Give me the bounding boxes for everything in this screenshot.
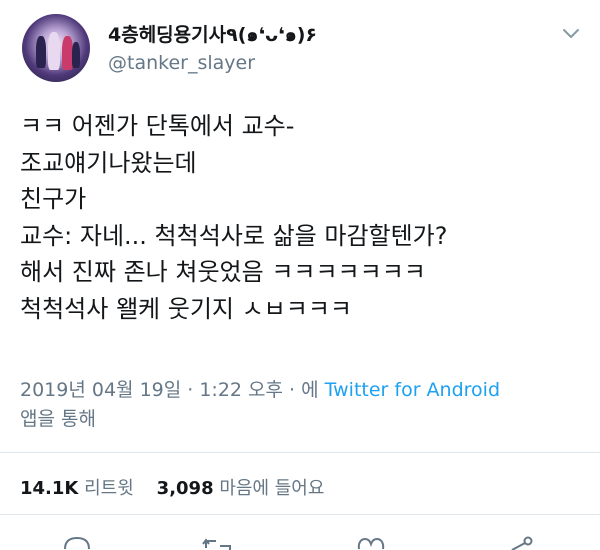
tweet-line: 교수: 자네... 척척석사로 삶을 마감할텐가? [20,221,448,250]
divider [0,514,600,515]
like-count[interactable]: 3,098 마음에 들어요 [157,478,325,499]
tweet-line: ㅋㅋ 어젠가 단톡에서 교수- [20,112,295,140]
user-handle[interactable]: @tanker_slayer [108,52,255,74]
tweet-stats: 14.1K 리트윗 3,098 마음에 들어요 [20,474,324,500]
tweet-line: 친구가 [20,185,87,213]
chevron-down-icon[interactable] [559,24,583,44]
timestamp[interactable]: 2019년 04월 19일 · 1:22 오후 · 에 [20,379,319,401]
tweet-meta: 2019년 04월 19일 · 1:22 오후 · 에 Twitter for … [20,376,500,434]
display-name[interactable]: 4층헤딩용기사٩(๑❛ᴗ❛๑)۶ [108,20,317,50]
tweet-line: 해서 진짜 존나 쳐웃었음 ㅋㅋㅋㅋㅋㅋㅋ [20,258,426,286]
tweet-line: 조교얘기나왔는데 [20,148,197,177]
tweet-text: ㅋㅋ 어젠가 단톡에서 교수- 조교얘기나왔는데 친구가 교수: 자네... 척… [20,108,585,327]
divider [0,452,600,453]
retweet-count[interactable]: 14.1K 리트윗 [20,478,134,499]
tweet-line: 척척석사 왤케 웃기지 ㅅㅂㅋㅋㅋ [20,294,353,323]
via-label: 앱을 통해 [20,408,96,430]
action-bar [0,530,600,550]
avatar[interactable] [22,14,90,82]
source-link[interactable]: Twitter for Android [325,379,500,401]
